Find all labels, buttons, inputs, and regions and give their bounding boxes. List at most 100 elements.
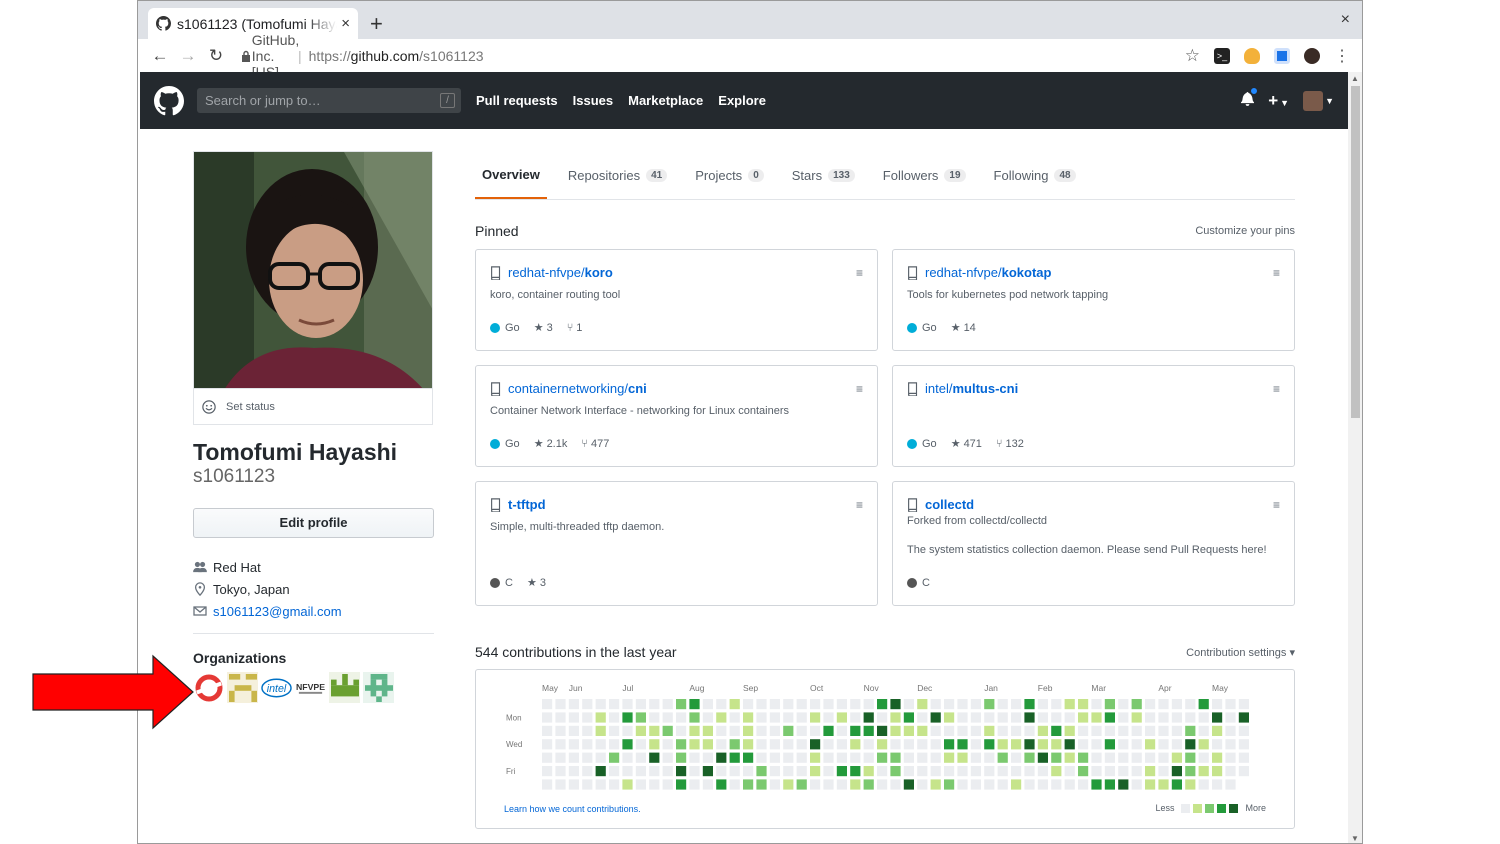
customize-pins-link[interactable]: Customize your pins (1195, 225, 1295, 237)
contribution-day[interactable] (1145, 752, 1156, 763)
contribution-day[interactable] (903, 712, 914, 723)
contribution-day[interactable] (984, 739, 995, 750)
contribution-day[interactable] (836, 712, 847, 723)
contribution-day[interactable] (609, 739, 620, 750)
repo-stars[interactable]: ★ 471 (951, 437, 982, 451)
contribution-day[interactable] (796, 752, 807, 763)
contribution-day[interactable] (689, 739, 700, 750)
nav-marketplace[interactable]: Marketplace (628, 93, 703, 108)
contribution-day[interactable] (542, 779, 553, 790)
contribution-day[interactable] (635, 699, 646, 710)
contribution-day[interactable] (622, 739, 633, 750)
contribution-day[interactable] (555, 766, 566, 777)
repo-stars[interactable]: ★ 2.1k (534, 437, 568, 451)
contribution-day[interactable] (716, 699, 727, 710)
contribution-day[interactable] (1064, 739, 1075, 750)
contribution-day[interactable] (957, 752, 968, 763)
contribution-day[interactable] (1064, 699, 1075, 710)
contribution-day[interactable] (984, 725, 995, 736)
tab-close-icon[interactable]: × (341, 15, 350, 32)
drag-grip-icon[interactable]: ≡ (856, 382, 863, 396)
contribution-day[interactable] (783, 752, 794, 763)
contribution-day[interactable] (676, 739, 687, 750)
contribution-day[interactable] (1171, 779, 1182, 790)
contribution-day[interactable] (850, 779, 861, 790)
contribution-day[interactable] (622, 779, 633, 790)
contribution-day[interactable] (1198, 712, 1209, 723)
tab-projects[interactable]: Projects 0 (688, 151, 771, 199)
contribution-day[interactable] (903, 766, 914, 777)
repo-forks[interactable]: ⑂ 1 (567, 322, 583, 334)
repo-link[interactable]: t-tftpd (490, 497, 863, 512)
contribution-day[interactable] (1212, 766, 1223, 777)
contribution-day[interactable] (1078, 699, 1089, 710)
contribution-day[interactable] (1185, 739, 1196, 750)
contribution-day[interactable] (1051, 712, 1062, 723)
contribution-day[interactable] (662, 779, 673, 790)
contribution-day[interactable] (729, 752, 740, 763)
contribution-day[interactable] (1225, 739, 1236, 750)
repo-forks[interactable]: ⑂ 132 (996, 438, 1024, 450)
contribution-day[interactable] (1225, 699, 1236, 710)
contribution-day[interactable] (702, 779, 713, 790)
contribution-day[interactable] (930, 766, 941, 777)
contribution-day[interactable] (863, 699, 874, 710)
contribution-day[interactable] (1185, 699, 1196, 710)
contribution-day[interactable] (903, 725, 914, 736)
contribution-day[interactable] (1185, 752, 1196, 763)
contribution-day[interactable] (756, 766, 767, 777)
contribution-day[interactable] (702, 766, 713, 777)
contribution-day[interactable] (635, 725, 646, 736)
forward-arrow-icon[interactable]: → (174, 46, 202, 66)
contribution-day[interactable] (877, 766, 888, 777)
contribution-day[interactable] (957, 766, 968, 777)
contribution-day[interactable] (568, 725, 579, 736)
contribution-day[interactable] (542, 739, 553, 750)
contribution-day[interactable] (1198, 699, 1209, 710)
contribution-day[interactable] (662, 712, 673, 723)
contribution-day[interactable] (649, 779, 660, 790)
contribution-day[interactable] (823, 779, 834, 790)
contribution-day[interactable] (836, 699, 847, 710)
window-close-button[interactable]: × (1341, 11, 1350, 29)
contribution-day[interactable] (796, 725, 807, 736)
contribution-day[interactable] (649, 712, 660, 723)
contribution-day[interactable] (997, 752, 1008, 763)
org-nfvpe-avatar[interactable]: NFVPE (295, 672, 326, 703)
contribution-day[interactable] (944, 739, 955, 750)
contribution-day[interactable] (609, 712, 620, 723)
contribution-day[interactable] (729, 739, 740, 750)
contribution-day[interactable] (756, 752, 767, 763)
contribution-day[interactable] (609, 725, 620, 736)
contribution-day[interactable] (810, 725, 821, 736)
contribution-day[interactable] (930, 752, 941, 763)
contribution-day[interactable] (836, 752, 847, 763)
contribution-day[interactable] (1078, 779, 1089, 790)
contribution-day[interactable] (568, 779, 579, 790)
contribution-day[interactable] (1024, 739, 1035, 750)
contribution-day[interactable] (1104, 739, 1115, 750)
contribution-day[interactable] (783, 699, 794, 710)
contribution-day[interactable] (769, 699, 780, 710)
contribution-day[interactable] (1212, 725, 1223, 736)
contribution-day[interactable] (1011, 779, 1022, 790)
contribution-day[interactable] (1051, 739, 1062, 750)
contribution-day[interactable] (1238, 752, 1249, 763)
repo-stars[interactable]: ★ 3 (527, 576, 546, 590)
contribution-day[interactable] (662, 752, 673, 763)
repo-forks[interactable]: ⑂ 477 (581, 438, 609, 450)
contribution-day[interactable] (1198, 779, 1209, 790)
scroll-down-icon[interactable]: ▼ (1351, 834, 1359, 843)
contribution-day[interactable] (622, 766, 633, 777)
contribution-day[interactable] (1118, 752, 1129, 763)
repo-stars[interactable]: ★ 3 (534, 321, 553, 335)
contribution-day[interactable] (863, 752, 874, 763)
contribution-day[interactable] (1064, 752, 1075, 763)
contribution-day[interactable] (890, 725, 901, 736)
contribution-day[interactable] (997, 766, 1008, 777)
contribution-day[interactable] (1185, 725, 1196, 736)
contribution-day[interactable] (1091, 699, 1102, 710)
contribution-day[interactable] (662, 725, 673, 736)
org-pattern-avatar[interactable] (227, 672, 258, 703)
contribution-day[interactable] (1091, 725, 1102, 736)
